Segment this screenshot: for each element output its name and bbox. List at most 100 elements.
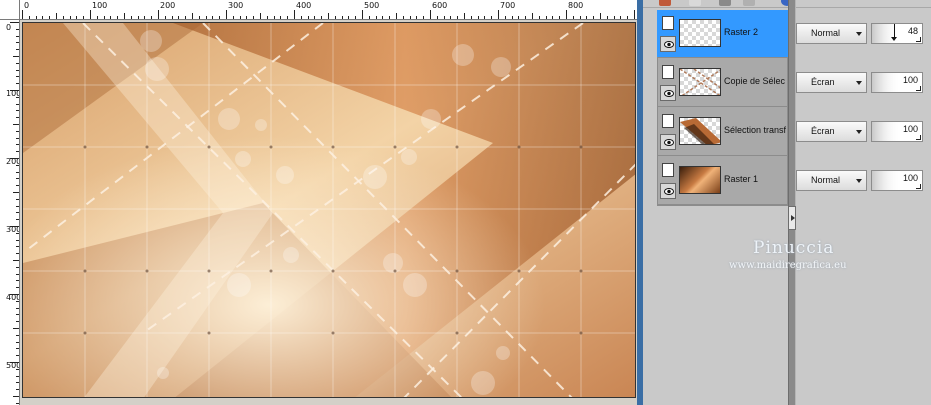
- ruler-tick: [212, 16, 214, 19]
- ruler-tick: [10, 90, 19, 91]
- ruler-tick: [117, 16, 119, 19]
- layer-row-copie-selection[interactable]: Copie de Sélec: [657, 59, 788, 107]
- layer-row-raster-2[interactable]: Raster 2: [657, 10, 788, 58]
- ruler-tick: [518, 16, 520, 19]
- ruler-tick: [16, 280, 19, 282]
- blend-mode-dropdown[interactable]: Écran: [796, 121, 867, 142]
- ruler-tick: [287, 16, 289, 19]
- ruler-label: 200: [160, 1, 176, 10]
- ruler-tick: [226, 10, 227, 19]
- layer-type-icon: [662, 65, 674, 79]
- ruler-tick: [185, 16, 187, 19]
- ruler-tick: [375, 16, 377, 19]
- ruler-tick: [103, 16, 105, 19]
- blend-mode-value: Normal: [811, 28, 841, 38]
- visibility-eye-icon[interactable]: [660, 134, 676, 150]
- blend-mode-value: Écran: [811, 77, 835, 87]
- ruler-tick: [16, 137, 19, 139]
- ruler-tick: [382, 16, 384, 19]
- mask-icon[interactable]: [743, 0, 755, 6]
- dropdown-arrow-icon: [856, 32, 862, 36]
- splitter-arrow-icon[interactable]: [788, 206, 796, 230]
- ruler-corner: [0, 0, 20, 20]
- ruler-tick: [538, 16, 540, 19]
- ruler-tick: [16, 178, 19, 180]
- layer-thumbnail: [679, 19, 721, 47]
- ruler-tick: [294, 10, 295, 19]
- ruler-tick: [35, 16, 37, 19]
- ruler-tick: [16, 368, 19, 370]
- psp-workspace: 0 100 200 300 400 500 600 700 800 0 100 …: [0, 0, 931, 405]
- ruler-tick: [409, 16, 411, 19]
- ruler-tick: [90, 10, 91, 19]
- layer-name: Raster 2: [724, 27, 759, 37]
- layer-row-raster-1[interactable]: Raster 1: [657, 157, 788, 205]
- layer-name: Raster 1: [724, 174, 759, 184]
- ruler-tick: [300, 16, 302, 19]
- ruler-tick: [620, 16, 622, 19]
- ruler-tick: [10, 362, 19, 363]
- ruler-tick: [205, 16, 207, 19]
- layer-props-raster-2: Normal 48: [796, 10, 931, 58]
- ruler-tick: [16, 287, 19, 289]
- link-icon[interactable]: [719, 0, 731, 6]
- ruler-tick: [545, 16, 547, 19]
- ruler-tick: [423, 16, 425, 19]
- ruler-tick: [430, 10, 431, 19]
- ruler-tick: [314, 16, 316, 19]
- ruler-tick: [16, 110, 19, 112]
- ruler-tick: [334, 16, 336, 19]
- ruler-tick: [16, 117, 19, 119]
- ruler-tick: [239, 16, 241, 19]
- layer-name: Sélection transf: [724, 125, 787, 135]
- blend-mode-dropdown[interactable]: Normal: [796, 23, 867, 44]
- ruler-tick: [16, 130, 19, 132]
- ruler-tick: [525, 16, 527, 19]
- layer-props-raster-1: Normal 100: [796, 157, 931, 205]
- opacity-slider[interactable]: 100: [871, 121, 923, 142]
- ruler-tick: [16, 96, 19, 98]
- visibility-eye-icon[interactable]: [660, 36, 676, 52]
- duplicate-icon[interactable]: [689, 0, 701, 6]
- ruler-tick: [491, 16, 493, 19]
- ruler-tick: [266, 16, 268, 19]
- ruler-tick: [130, 16, 132, 19]
- blend-mode-dropdown[interactable]: Écran: [796, 72, 867, 93]
- layer-name: Copie de Sélec: [724, 76, 786, 86]
- palette-splitter[interactable]: [788, 0, 796, 405]
- layer-row-selection-transformee[interactable]: Sélection transf: [657, 108, 788, 156]
- opacity-slider[interactable]: 100: [871, 170, 923, 191]
- ruler-tick: [16, 314, 19, 316]
- resize-corner-icon: [916, 37, 921, 42]
- blend-mode-dropdown[interactable]: Normal: [796, 170, 867, 191]
- layer-type-icon: [662, 114, 674, 128]
- visibility-eye-icon[interactable]: [660, 183, 676, 199]
- layer-thumbnail: [679, 68, 721, 96]
- ruler-label: 100: [92, 1, 108, 10]
- new-layer-icon[interactable]: [659, 0, 671, 6]
- ruler-tick: [498, 10, 499, 19]
- ruler-tick: [110, 16, 112, 19]
- ruler-label: 500: [364, 1, 380, 10]
- ruler-tick: [566, 10, 567, 19]
- layer-props-selection-transformee: Écran 100: [796, 108, 931, 156]
- ruler-tick: [16, 300, 19, 302]
- ruler-tick: [10, 22, 19, 23]
- ruler-tick: [477, 16, 479, 19]
- palette-toolbar: [643, 0, 931, 8]
- ruler-tick: [69, 16, 71, 19]
- ruler-tick: [76, 16, 78, 19]
- ruler-tick: [16, 212, 19, 214]
- ruler-tick: [158, 10, 159, 19]
- ruler-tick: [16, 144, 19, 146]
- opacity-slider[interactable]: 100: [871, 72, 923, 93]
- ruler-tick: [13, 396, 19, 397]
- canvas-image[interactable]: [22, 22, 636, 398]
- ruler-tick: [436, 16, 438, 19]
- dropdown-arrow-icon: [856, 81, 862, 85]
- visibility-eye-icon[interactable]: [660, 85, 676, 101]
- opacity-slider[interactable]: 48: [871, 23, 923, 44]
- ruler-tick: [16, 321, 19, 323]
- ruler-tick: [402, 16, 404, 19]
- opacity-marker-icon[interactable]: [891, 24, 897, 41]
